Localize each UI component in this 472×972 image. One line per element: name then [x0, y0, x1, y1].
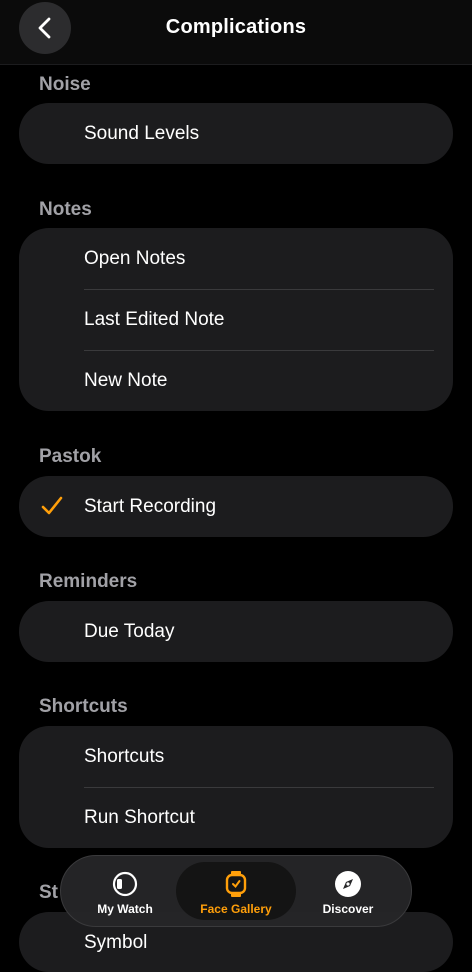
list-item-new-note[interactable]: New Note [19, 350, 453, 411]
section-label-reminders: Reminders [39, 571, 138, 592]
list-item-sound-levels[interactable]: Sound Levels [19, 103, 453, 164]
section-label-partial: St [39, 882, 58, 903]
tab-my-watch[interactable]: My Watch [65, 862, 185, 920]
tab-label: My Watch [97, 902, 153, 916]
list-item-label: Start Recording [84, 495, 217, 517]
list-item-label: Last Edited Note [84, 308, 225, 330]
section-label-shortcuts: Shortcuts [39, 696, 128, 717]
list-item-label: Shortcuts [84, 745, 165, 767]
tab-label: Face Gallery [200, 902, 272, 916]
nav-header: Complications [0, 0, 472, 65]
list-item-shortcuts[interactable]: Shortcuts [19, 726, 453, 787]
apple-watch-icon [224, 870, 248, 901]
list-item-last-edited-note[interactable]: Last Edited Note [19, 289, 453, 350]
tab-face-gallery[interactable]: Face Gallery [176, 862, 296, 920]
list-item-label: Run Shortcut [84, 806, 195, 828]
tab-bar: My Watch Face Gallery Discover [60, 855, 412, 927]
section-label-pastok: Pastok [39, 446, 102, 467]
card-noise: Sound Levels [19, 103, 453, 164]
checkmark-icon [41, 496, 63, 521]
list-item-label: Due Today [84, 620, 175, 642]
list-item-due-today[interactable]: Due Today [19, 601, 453, 662]
tab-discover[interactable]: Discover [288, 862, 408, 920]
list-item-label: Sound Levels [84, 122, 200, 144]
watch-icon [111, 870, 139, 901]
card-notes: Open Notes Last Edited Note New Note [19, 228, 453, 411]
compass-icon [334, 870, 362, 901]
list-item-label: Open Notes [84, 247, 186, 269]
list-item-run-shortcut[interactable]: Run Shortcut [19, 787, 453, 848]
list-item-open-notes[interactable]: Open Notes [19, 228, 453, 289]
section-label-noise: Noise [39, 74, 91, 95]
card-pastok: Start Recording [19, 476, 453, 537]
tab-label: Discover [322, 902, 374, 916]
page-title: Complications [165, 16, 307, 38]
card-shortcuts: Shortcuts Run Shortcut [19, 726, 453, 848]
list-item-start-recording[interactable]: Start Recording [19, 476, 453, 537]
list-item-label: New Note [84, 369, 168, 391]
section-label-notes: Notes [39, 199, 92, 220]
list-item-label: Symbol [84, 932, 148, 953]
card-reminders: Due Today [19, 601, 453, 662]
